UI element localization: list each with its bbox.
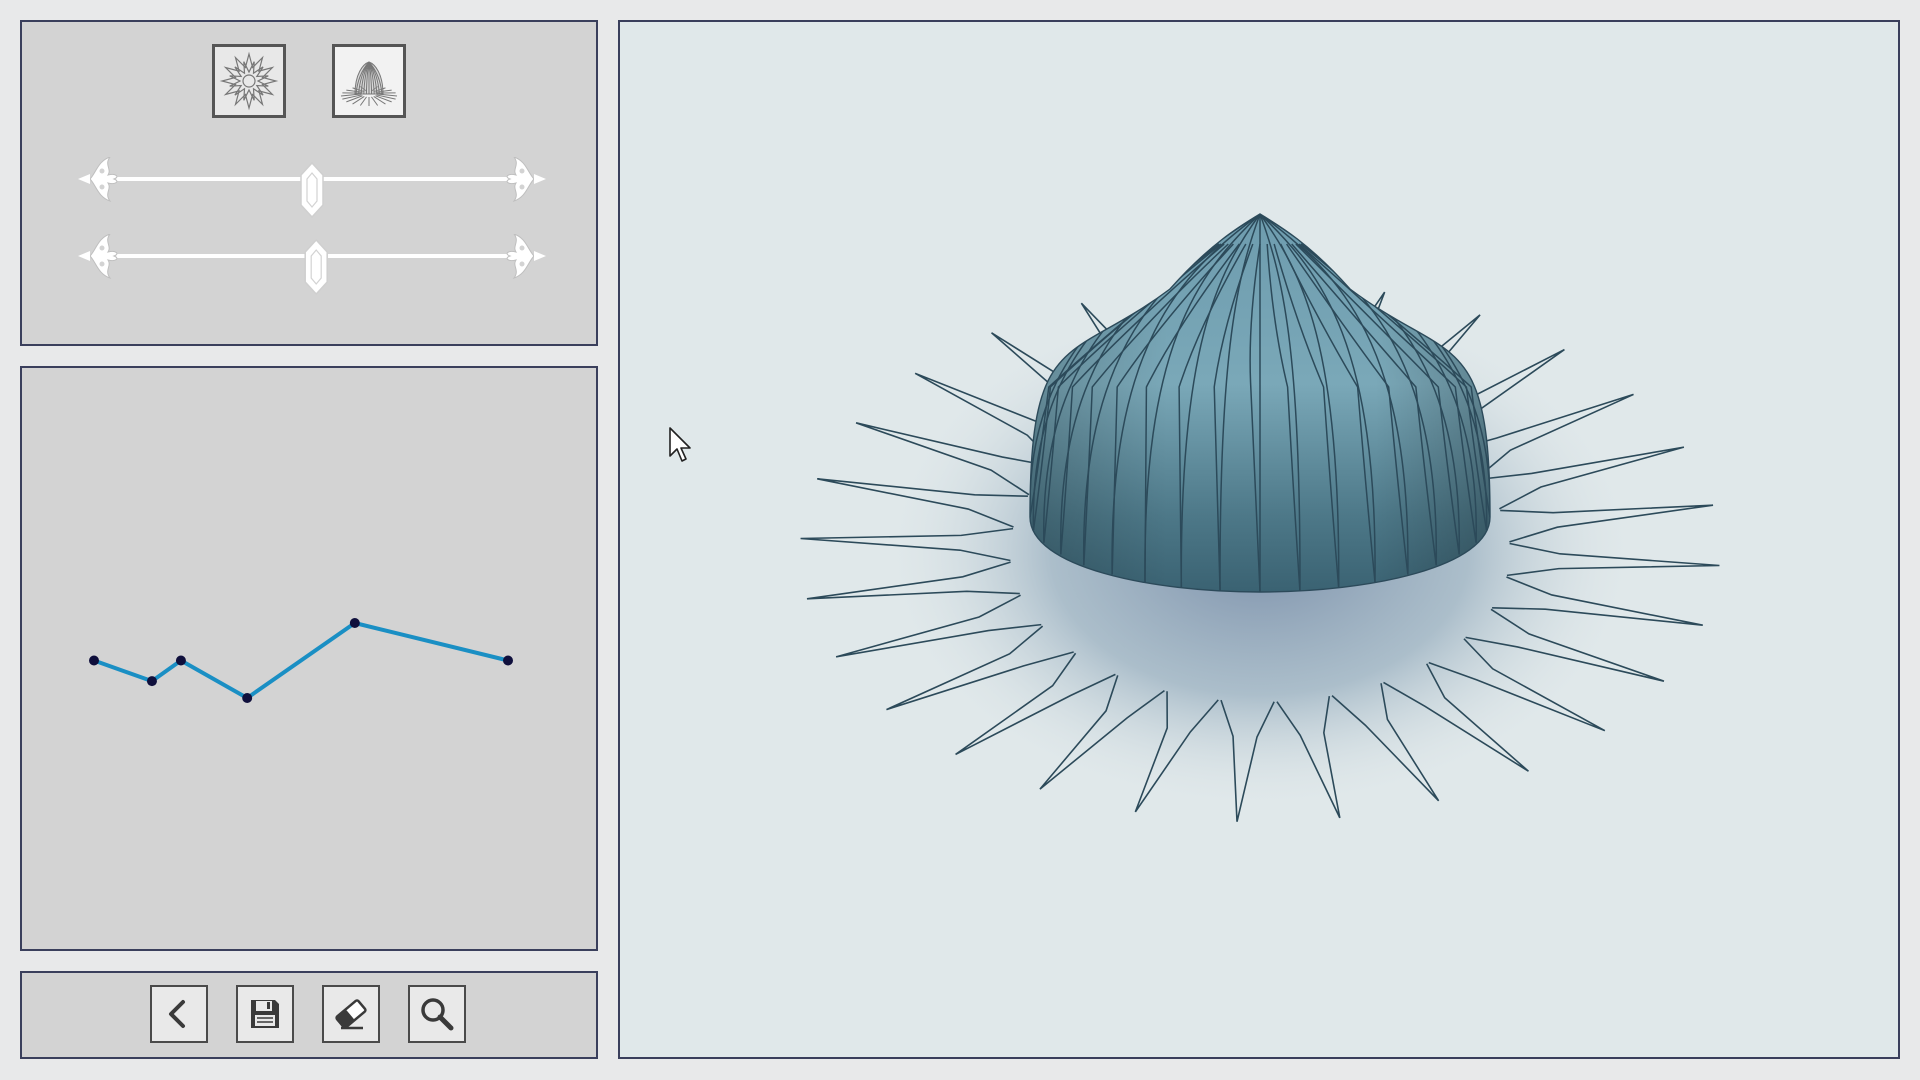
profile-curve-canvas[interactable] [22, 368, 596, 949]
back-arrow-icon [159, 994, 199, 1034]
slider-thumb[interactable] [301, 163, 323, 217]
slider-1[interactable] [52, 157, 572, 237]
save-floppy-icon [245, 994, 285, 1034]
3d-viewport[interactable] [618, 20, 1900, 1059]
dome-model[interactable] [620, 22, 1898, 1057]
zoom-magnifier-icon [417, 994, 457, 1034]
left-flourish-icon [78, 157, 117, 201]
control-point[interactable] [176, 656, 186, 666]
right-flourish-icon [507, 234, 546, 278]
dome-icon [338, 50, 400, 112]
left-flourish-icon [78, 234, 117, 278]
zoom-button[interactable] [408, 985, 466, 1043]
control-point[interactable] [89, 656, 99, 666]
eraser-icon [331, 994, 371, 1034]
control-point[interactable] [242, 693, 252, 703]
save-button[interactable] [236, 985, 294, 1043]
dome-shell [1030, 214, 1490, 592]
back-button[interactable] [150, 985, 208, 1043]
mouse-cursor-icon [668, 426, 694, 464]
control-point[interactable] [350, 618, 360, 628]
right-flourish-icon [507, 157, 546, 201]
controls-panel [20, 20, 598, 346]
profile-curve-editor[interactable] [20, 366, 598, 951]
erase-button[interactable] [322, 985, 380, 1043]
slider-2[interactable] [52, 234, 572, 314]
rosette-mode-button[interactable] [212, 44, 286, 118]
rosette-pattern-icon [218, 50, 280, 112]
control-point[interactable] [147, 676, 157, 686]
control-point[interactable] [503, 656, 513, 666]
toolbar [20, 971, 598, 1059]
profile-line [94, 623, 508, 698]
slider-thumb[interactable] [305, 240, 327, 294]
dome-mode-button[interactable] [332, 44, 406, 118]
